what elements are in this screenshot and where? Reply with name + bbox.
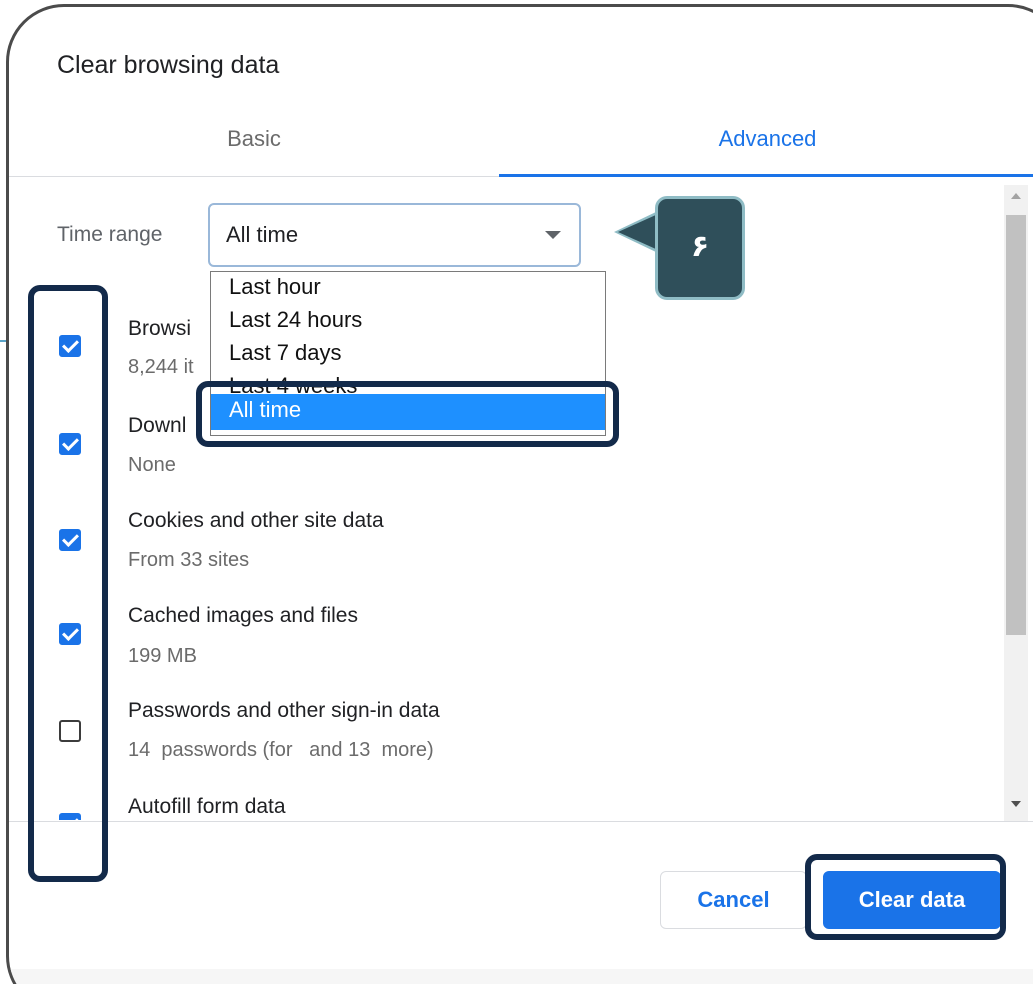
- checkmark-icon: [62, 336, 79, 353]
- item-sub-cached-images: 199 MB: [128, 645, 197, 667]
- dialog-content: Browsi 8,244 it Downl None Cookies and o…: [9, 180, 999, 820]
- checkbox-cached-images[interactable]: [59, 623, 81, 645]
- footer-divider: [9, 821, 1033, 822]
- dropdown-arrow-icon: [545, 231, 561, 239]
- item-sub-download-history: None: [128, 454, 176, 476]
- dialog-title: Clear browsing data: [57, 51, 280, 79]
- tab-basic[interactable]: Basic: [9, 115, 499, 175]
- checkbox-browsing-history[interactable]: [59, 335, 81, 357]
- checkbox-download-history[interactable]: [59, 433, 81, 455]
- cancel-button[interactable]: Cancel: [660, 871, 807, 929]
- item-title-autofill: Autofill form data: [128, 795, 286, 818]
- checkbox-cookies[interactable]: [59, 529, 81, 551]
- item-sub-passwords: 14 passwords (for and 13 more): [128, 739, 434, 761]
- option-last-24-hours[interactable]: Last 24 hours: [211, 305, 605, 337]
- item-title-cached-images: Cached images and files: [128, 604, 358, 627]
- tab-bar: Basic Advanced: [9, 115, 1033, 179]
- item-title-download-history: Downl: [128, 414, 187, 437]
- option-last-hour[interactable]: Last hour: [211, 272, 605, 304]
- option-all-time[interactable]: All time: [211, 394, 605, 430]
- active-tab-indicator: [499, 174, 1033, 177]
- time-range-dropdown: Last hour Last 24 hours Last 7 days Last…: [210, 271, 606, 436]
- checkbox-autofill[interactable]: [59, 813, 81, 820]
- item-sub-browsing-history: 8,244 it: [128, 356, 194, 378]
- item-sub-cookies: From 33 sites: [128, 549, 250, 571]
- item-title-browsing-history: Browsi: [128, 317, 192, 340]
- checkmark-icon: [62, 530, 79, 547]
- item-title-cookies: Cookies and other site data: [128, 509, 384, 532]
- checkmark-icon: [62, 624, 79, 641]
- dialog-frame: Clear browsing data Basic Advanced Brows…: [6, 4, 1033, 984]
- tab-advanced[interactable]: Advanced: [499, 115, 1033, 175]
- scroll-down-arrow-icon[interactable]: [1011, 801, 1021, 807]
- screenshot-canvas: Clear browsing data Basic Advanced Brows…: [0, 0, 1033, 984]
- checkmark-icon: [62, 814, 79, 820]
- content-scrollbar[interactable]: [1004, 185, 1028, 821]
- time-range-label: Time range: [57, 223, 163, 246]
- scroll-up-arrow-icon[interactable]: [1011, 193, 1021, 199]
- clear-browsing-data-dialog: Clear browsing data Basic Advanced Brows…: [9, 7, 1033, 984]
- clear-data-button[interactable]: Clear data: [823, 871, 1001, 929]
- callout-pointer: [618, 214, 658, 250]
- item-title-passwords: Passwords and other sign-in data: [128, 699, 440, 722]
- option-last-7-days[interactable]: Last 7 days: [211, 338, 605, 370]
- time-range-value: All time: [226, 222, 299, 247]
- checkbox-passwords[interactable]: [59, 720, 81, 742]
- scroll-thumb[interactable]: [1006, 215, 1026, 635]
- time-range-select[interactable]: All time: [208, 203, 581, 267]
- step-number-callout: ۶: [655, 196, 745, 300]
- dialog-footer-shade: [9, 969, 1033, 984]
- checkmark-icon: [62, 434, 79, 451]
